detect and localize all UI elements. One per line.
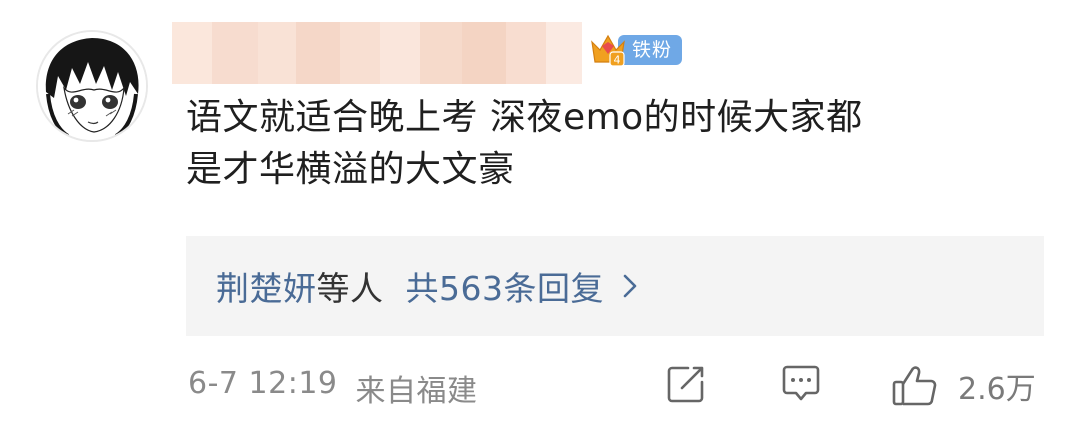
comment-button[interactable] [778,362,824,406]
comment-location: 来自福建 [355,374,478,409]
chevron-right-icon[interactable] [622,273,638,299]
comment-time: 6-7 12:19 [188,366,338,401]
comment-line-2: 是才华横溢的大文豪 [186,149,515,190]
avatar-image [38,32,146,140]
fan-level: 4 [614,54,621,67]
comment-icon [782,365,820,401]
comment-line-1: 语文就适合晚上考 深夜emo的时候大家都 [186,97,863,138]
replies-preview[interactable]: 荆楚妍 等人 共563条回复 [186,236,1044,336]
like-button[interactable]: 2.6万 [890,362,1036,410]
comment-text: 语文就适合晚上考 深夜emo的时候大家都 是才华横溢的大文豪 [186,92,1026,196]
avatar[interactable] [36,30,148,142]
reply-count[interactable]: 共563条回复 [406,262,605,310]
repost-button[interactable] [664,362,708,406]
repost-icon [667,366,704,403]
fan-badge[interactable]: 4 铁粉 [588,30,683,70]
comment-meta: 6-7 12:19 来自福建 [188,366,478,410]
reply-suffix: 等人 [316,269,384,308]
thumbs-up-icon [892,366,937,406]
reply-user-names[interactable]: 荆楚妍 [216,262,317,310]
username-blurred[interactable] [172,22,582,84]
like-count: 2.6万 [958,372,1036,407]
crown-icon: 4 [591,34,625,67]
